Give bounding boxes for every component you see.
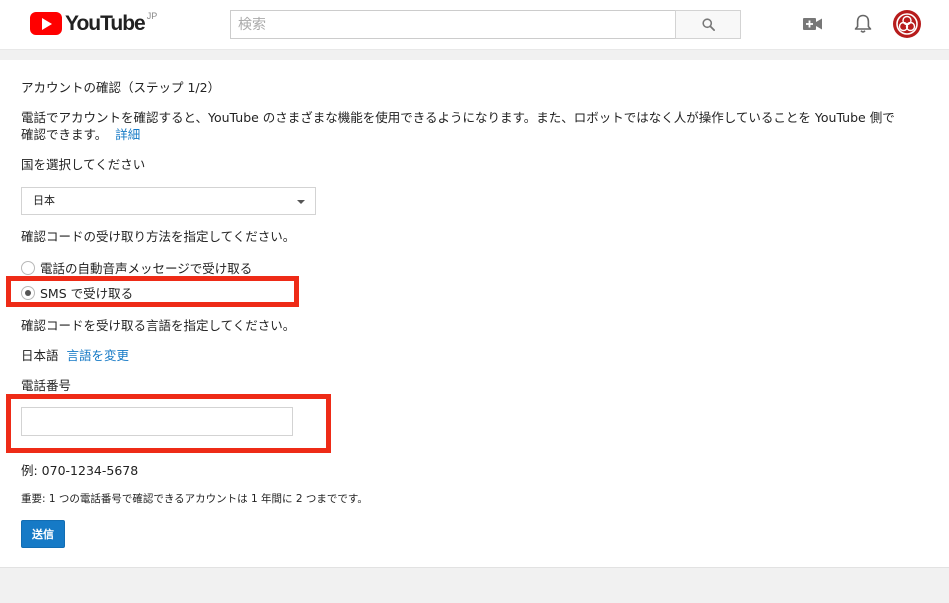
language-value: 日本語 xyxy=(21,348,59,363)
youtube-logo-icon xyxy=(30,12,62,35)
search-button[interactable] xyxy=(675,10,741,39)
bell-icon xyxy=(854,14,872,33)
radio-sms-label: SMS で受け取る xyxy=(40,286,134,301)
phone-label: 電話番号 xyxy=(21,378,72,393)
submit-button[interactable]: 送信 xyxy=(21,520,65,548)
search-icon xyxy=(701,18,715,31)
phone-number-input[interactable] xyxy=(21,407,293,436)
avatar[interactable] xyxy=(893,10,921,38)
page-title: アカウントの確認（ステップ 1/2） xyxy=(21,80,221,95)
country-select[interactable]: 日本 xyxy=(21,187,316,215)
logo-region: JP xyxy=(146,11,158,21)
language-row: 日本語 言語を変更 xyxy=(21,347,129,364)
radio-voice-option[interactable]: 電話の自動音声メッセージで受け取る xyxy=(21,258,252,277)
notifications-button[interactable] xyxy=(851,12,875,36)
avatar-emblem-icon xyxy=(896,13,918,35)
search-box xyxy=(230,10,675,39)
radio-voice[interactable] xyxy=(21,260,35,275)
change-language-link[interactable]: 言語を変更 xyxy=(67,348,130,363)
language-prompt: 確認コードを受け取る言語を指定してください。 xyxy=(21,318,296,333)
radio-sms[interactable] xyxy=(21,285,35,300)
radio-sms-option[interactable]: SMS で受け取る xyxy=(21,283,133,302)
upload-video-icon xyxy=(803,18,822,30)
radio-voice-label: 電話の自動音声メッセージで受け取る xyxy=(40,261,253,276)
dropdown-arrow-icon xyxy=(297,200,305,204)
country-label: 国を選択してください xyxy=(21,157,146,172)
important-note: 重要: 1 つの電話番号で確認できるアカウントは 1 年間に 2 つまでです。 xyxy=(21,493,368,505)
intro-text-line2-wrap: 確認できます。 詳細 xyxy=(21,126,140,143)
masthead: YouTube JP xyxy=(0,0,949,50)
intro-text-line1: 電話でアカウントを確認すると、YouTube のさまざまな機能を使用できるように… xyxy=(21,110,895,125)
search-input[interactable] xyxy=(231,11,675,38)
country-select-value: 日本 xyxy=(33,194,55,207)
youtube-logo[interactable]: YouTube JP xyxy=(30,11,158,36)
logo-text: YouTube xyxy=(65,12,146,35)
phone-example: 例: 070-1234-5678 xyxy=(21,463,139,478)
verification-card: アカウントの確認（ステップ 1/2） 電話でアカウントを確認すると、YouTub… xyxy=(0,60,949,568)
method-label: 確認コードの受け取り方法を指定してください。 xyxy=(21,229,296,244)
upload-video-button[interactable] xyxy=(801,12,825,36)
intro-text-line2: 確認できます。 xyxy=(21,127,108,142)
details-link[interactable]: 詳細 xyxy=(115,127,140,142)
